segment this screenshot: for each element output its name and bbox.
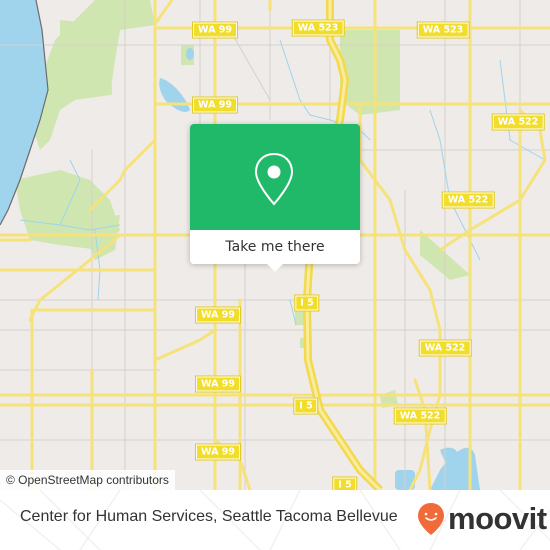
route-shield: WA 522 (393, 407, 447, 425)
place-title: Center for Human Services, Seattle Tacom… (20, 508, 398, 525)
route-shield: WA 99 (195, 375, 241, 393)
route-shield: WA 523 (291, 19, 345, 37)
route-shield: I 5 (332, 476, 358, 490)
route-shield: WA 99 (195, 306, 241, 324)
route-shield: WA 522 (418, 339, 472, 357)
map-attribution[interactable]: © OpenStreetMap contributors (0, 470, 175, 490)
moovit-logo-text: moovit (448, 501, 547, 536)
route-shield: WA 99 (192, 96, 238, 114)
moovit-logo[interactable]: moovit (417, 499, 547, 539)
route-shield: WA 522 (491, 113, 545, 131)
moovit-pin-icon (418, 503, 444, 535)
route-shield: WA 99 (192, 21, 238, 39)
footer: Center for Human Services, Seattle Tacom… (0, 490, 550, 550)
route-shield: I 5 (294, 294, 320, 312)
location-popup[interactable]: Take me there (190, 124, 360, 272)
route-shield: WA 99 (195, 443, 241, 461)
route-shield: I 5 (293, 397, 319, 415)
route-shield: WA 522 (441, 191, 495, 209)
route-shield: WA 523 (416, 21, 470, 39)
popup-tail (265, 262, 285, 272)
location-pin-icon (254, 152, 294, 206)
popup-header (190, 124, 360, 230)
take-me-there-button[interactable]: Take me there (190, 230, 360, 264)
